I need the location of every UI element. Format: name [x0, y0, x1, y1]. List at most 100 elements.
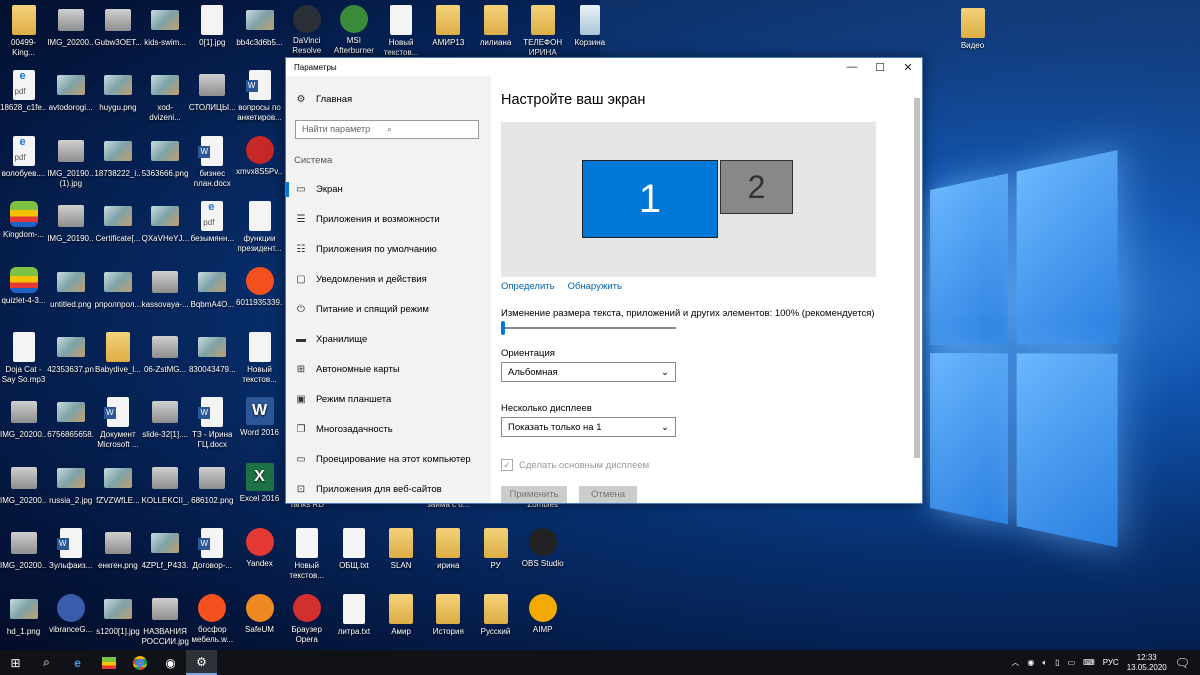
nav-item[interactable]: ☷ Приложения по умолчанию	[296, 244, 437, 255]
slider-thumb[interactable]	[501, 321, 505, 335]
desktop-icon[interactable]: hd_1.png	[0, 594, 47, 637]
notification-icon[interactable]: 🗨︎	[1175, 656, 1190, 670]
orientation-dropdown[interactable]: Альбомная ⌄	[501, 362, 676, 382]
desktop-icon[interactable]: 830043479...	[189, 332, 236, 375]
identify-link[interactable]: Определить	[501, 281, 555, 292]
desktop-icon[interactable]: Новый текстов...	[283, 528, 330, 581]
desktop-icon[interactable]: xmvx8S5Pv...	[236, 135, 283, 177]
language-indicator[interactable]: РУС	[1103, 658, 1119, 667]
desktop-icon[interactable]: бизнес план.docx	[189, 135, 236, 189]
scale-slider[interactable]	[501, 321, 676, 335]
desktop-icon[interactable]: лилиана	[472, 5, 519, 48]
desktop-icon[interactable]: Документ Microsoft ...	[94, 397, 141, 450]
monitor-1[interactable]: 1	[582, 160, 718, 238]
chrome-icon[interactable]	[124, 650, 155, 675]
search-input[interactable]: Найти параметр ⌕	[295, 120, 479, 139]
desktop-icon[interactable]: s1200[1].jpg	[94, 594, 141, 637]
desktop-icon[interactable]: Word 2016	[236, 397, 283, 438]
desktop-icon[interactable]: волобуев....	[0, 135, 47, 179]
desktop-icon[interactable]: Yandex	[236, 528, 283, 569]
desktop-icon[interactable]: Договор-...	[189, 528, 236, 571]
desktop-icon[interactable]: kids-swim...	[142, 5, 189, 48]
nav-item[interactable]: ▭ Экран	[286, 182, 343, 197]
nav-item[interactable]: ❐ Многозадачность	[296, 424, 393, 435]
desktop-icon[interactable]: РУ	[472, 528, 519, 571]
desktop-icon[interactable]: 5363666.png	[142, 136, 189, 179]
desktop-icon[interactable]: IMG_20200...	[0, 397, 47, 440]
desktop-icon[interactable]: Kingdom-...	[0, 201, 47, 240]
desktop-icon[interactable]: IMG_20190... (1).jpg	[47, 136, 94, 189]
desktop-icon[interactable]: НАЗВАНИЯ РОССИИ.jpg	[142, 594, 189, 647]
search-icon[interactable]: ⌕	[31, 650, 62, 675]
nav-item[interactable]: ▢ Уведомления и действия	[296, 274, 426, 285]
nav-home[interactable]: ⚙ Главная	[296, 94, 353, 105]
nav-item[interactable]: ⊡ Приложения для веб-сайтов	[296, 484, 442, 495]
desktop-icon[interactable]: MSI Afterburner	[330, 5, 377, 56]
desktop-icon[interactable]: IMG_20190...	[47, 201, 94, 244]
desktop-icon[interactable]: avtodorogi...	[47, 70, 94, 113]
desktop-icon[interactable]: СТОЛИЦЫ...	[189, 70, 236, 113]
desktop-icon[interactable]: quizlet-4-3...	[0, 266, 47, 306]
desktop-icon[interactable]: ирина	[425, 528, 472, 571]
main-display-checkbox[interactable]: ✓ Сделать основным дисплеем	[501, 459, 649, 471]
detect-link[interactable]: Обнаружить	[568, 281, 622, 292]
desktop-icon[interactable]: Браузер Opera	[283, 593, 330, 645]
desktop-icon[interactable]: Excel 2016	[236, 462, 283, 504]
desktop-icon[interactable]: bb4c3d6b5...	[236, 5, 283, 48]
desktop-icon[interactable]: История	[425, 593, 472, 637]
steam-icon[interactable]: ◉	[155, 650, 186, 675]
usb-icon[interactable]: ▯	[1055, 658, 1059, 667]
desktop-icon[interactable]: Certificate[...	[94, 201, 141, 244]
desktop-icon[interactable]: 42353637.png	[47, 332, 94, 375]
scrollbar[interactable]	[914, 98, 920, 458]
desktop-icon[interactable]: Зульфаиз...	[47, 528, 94, 571]
desktop-icon[interactable]: QXaVHeYJ...	[142, 201, 189, 244]
chevron-up-icon[interactable]: ︿	[1011, 657, 1019, 668]
desktop-icon[interactable]: 18738222_i...	[94, 136, 141, 179]
desktop-icon[interactable]: Новый текстов...	[236, 332, 283, 385]
desktop-icon[interactable]: russia_2.jpg	[47, 463, 94, 506]
edge-icon[interactable]: e	[62, 650, 93, 675]
nav-item[interactable]: ⊞ Автономные карты	[296, 364, 400, 375]
desktop-icon[interactable]: безымянн...	[189, 201, 236, 244]
multiple-displays-dropdown[interactable]: Показать только на 1 ⌄	[501, 417, 676, 437]
network-icon[interactable]: ▭	[1068, 658, 1076, 667]
desktop-icon[interactable]: xod-dvizeni...	[142, 70, 189, 123]
desktop-icon[interactable]: AIMP	[519, 593, 566, 635]
desktop-icon[interactable]: slide-32[1]....	[142, 397, 189, 440]
desktop-icon[interactable]: Doja Cat - Say So.mp3	[0, 332, 47, 385]
desktop-icon[interactable]: Русский	[472, 593, 519, 637]
desktop-icon[interactable]: Амир	[378, 593, 425, 637]
nav-item[interactable]: ▭ Проецирование на этот компьютер	[296, 454, 470, 465]
desktop-icon-video[interactable]: Видео	[949, 8, 996, 51]
desktop-icon[interactable]: ТЕЛЕФОН ИРИНА	[519, 5, 566, 58]
desktop-icon[interactable]: huygu.png	[94, 70, 141, 113]
desktop-icon[interactable]: литра.txt	[330, 593, 377, 637]
desktop-icon[interactable]: 0[1].jpg	[189, 5, 236, 48]
desktop-icon[interactable]: Babydive_l...	[94, 332, 141, 375]
desktop-icon[interactable]: Новый текстов...	[378, 5, 425, 58]
desktop-icon[interactable]: BqbmA4O...	[189, 267, 236, 310]
desktop-icon[interactable]: kassovaya-...	[142, 267, 189, 310]
desktop-icon[interactable]: 6011935339...	[236, 266, 283, 308]
volume-icon[interactable]: 🔈︎	[1042, 658, 1047, 668]
start-button[interactable]: ⊞	[0, 650, 31, 675]
settings-taskbar-icon[interactable]: ⚙	[186, 650, 217, 675]
desktop-icon[interactable]: вопросы по анкетиров...	[236, 70, 283, 123]
keyboard-icon[interactable]: ⌨︎	[1083, 658, 1095, 667]
desktop-icon[interactable]: 4ZPLf_P433...	[142, 528, 189, 571]
desktop-icon[interactable]: енкген.png	[94, 528, 141, 571]
desktop-icon[interactable]: 686102.png	[189, 463, 236, 506]
desktop-icon[interactable]: 6756865658...	[47, 397, 94, 440]
desktop-icon[interactable]: рпролпрол...	[94, 267, 141, 310]
desktop-icon[interactable]: untitled.png	[47, 267, 94, 310]
desktop-icon[interactable]: ОБЩ.txt	[330, 528, 377, 571]
desktop-icon[interactable]: IMG_20200...	[47, 5, 94, 48]
monitor-2[interactable]: 2	[720, 160, 793, 214]
nav-item[interactable]: ☰ Приложения и возможности	[296, 214, 440, 225]
desktop-icon[interactable]: SafeUM	[236, 593, 283, 635]
cancel-button[interactable]: Отмена	[579, 486, 637, 503]
desktop-icon[interactable]: функции президент...	[236, 201, 283, 254]
desktop-icon[interactable]: АМИР13	[425, 5, 472, 48]
nav-item[interactable]: ▬ Хранилище	[296, 334, 367, 345]
